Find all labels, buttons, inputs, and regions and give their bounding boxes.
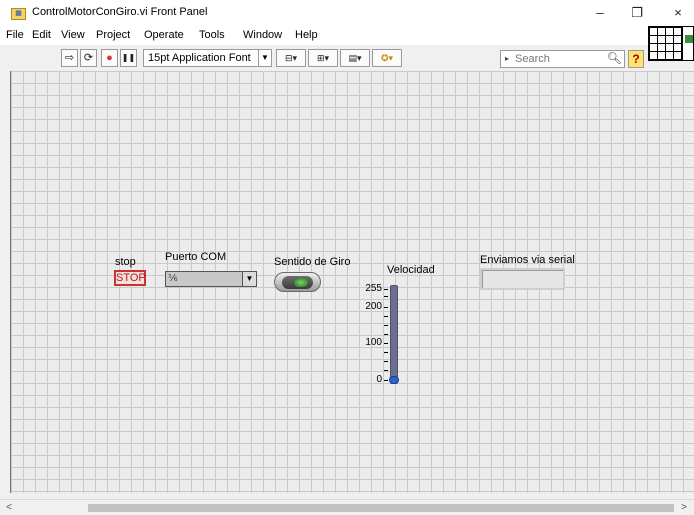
toolbar: ⇨ ⟳ ● ❚❚ 15pt Application Font ▼ ⊟▾ ⊞▾ ▤… (0, 46, 694, 70)
tick-mark (384, 289, 388, 290)
menu-tools[interactable]: Tools (199, 29, 225, 41)
menu-bar: File Edit View Project Operate Tools Win… (0, 27, 694, 45)
abort-button[interactable]: ● (101, 49, 118, 67)
tick-label: 255 (365, 283, 382, 294)
menu-window[interactable]: Window (243, 29, 282, 41)
tick-mark (384, 352, 388, 353)
resize-objects-button[interactable]: ▤▾ (340, 49, 370, 67)
tick-mark (384, 325, 388, 326)
labview-vi-icon: ▦ (11, 8, 26, 20)
tick-mark (384, 334, 388, 335)
align-objects-icon: ⊟▾ (284, 53, 298, 63)
tick-mark (384, 343, 388, 344)
distribute-objects-button[interactable]: ⊞▾ (308, 49, 338, 67)
run-button[interactable]: ⇨ (61, 49, 78, 67)
pause-button[interactable]: ❚❚ (120, 49, 137, 67)
tick-label: 200 (365, 301, 382, 312)
chevron-down-icon[interactable]: ▼ (242, 272, 256, 286)
sentido-de-giro-toggle[interactable] (274, 272, 321, 292)
velocidad-slider-thumb[interactable] (389, 376, 399, 384)
window-title: ControlMotorConGiro.vi Front Panel (32, 6, 208, 18)
menu-edit[interactable]: Edit (32, 29, 51, 41)
toggle-led-icon (294, 278, 308, 287)
text-settings-dropdown[interactable]: 15pt Application Font ▼ (143, 49, 272, 67)
close-button[interactable]: × (660, 0, 694, 27)
scrollbar-thumb[interactable] (88, 504, 674, 512)
stop-button[interactable]: STOP (114, 270, 146, 286)
pause-icon: ❚❚ (121, 53, 136, 62)
enviamos-via-serial-indicator (480, 268, 565, 290)
run-continuously-button[interactable]: ⟳ (80, 49, 97, 67)
search-icon[interactable]: 🔍︎ (607, 51, 622, 65)
font-label: 15pt Application Font (148, 52, 251, 64)
front-panel-window: ▦ ControlMotorConGiro.vi Front Panel – ❐… (0, 0, 694, 515)
stop-label: stop (115, 256, 136, 268)
distribute-objects-icon: ⊞▾ (316, 53, 330, 63)
minimize-button[interactable]: – (582, 0, 618, 27)
tick-label: 100 (365, 337, 382, 348)
vi-icon[interactable] (682, 26, 694, 61)
tick-mark (384, 296, 388, 297)
search-field[interactable]: ▸ 🔍︎ (500, 50, 625, 68)
tick-label: 0 (376, 374, 382, 385)
align-objects-button[interactable]: ⊟▾ (276, 49, 306, 67)
run-arrow-icon: ⇨ (64, 52, 75, 64)
chevron-down-icon: ▼ (258, 50, 271, 66)
connector-pane-icon[interactable] (648, 26, 682, 61)
horizontal-scrollbar[interactable]: < > (0, 499, 694, 515)
resize-objects-icon: ▤▾ (348, 53, 362, 63)
tick-mark (384, 370, 388, 371)
velocidad-slider-track[interactable] (390, 285, 398, 384)
reorder-icon: ✪▾ (380, 53, 394, 63)
puerto-com-visa-control[interactable]: ⅙ ▼ (165, 271, 257, 287)
tick-mark (384, 380, 388, 381)
menu-help[interactable]: Help (295, 29, 318, 41)
search-input[interactable] (515, 52, 605, 66)
velocidad-scale: 255 200 100 0 (362, 283, 388, 387)
reorder-button[interactable]: ✪▾ (372, 49, 402, 67)
visa-resource-icon: ⅙ (168, 273, 178, 284)
enviamos-via-serial-label: Enviamos via serial (480, 254, 575, 266)
sentido-de-giro-label: Sentido de Giro (274, 256, 351, 268)
tick-mark (384, 316, 388, 317)
menu-project[interactable]: Project (96, 29, 130, 41)
search-dropdown-icon: ▸ (505, 54, 510, 63)
tick-mark (384, 361, 388, 362)
scroll-right-icon[interactable]: > (677, 501, 691, 515)
context-help-button[interactable]: ? (628, 50, 644, 68)
puerto-com-label: Puerto COM (165, 251, 227, 263)
scroll-left-icon[interactable]: < (2, 501, 16, 515)
menu-operate[interactable]: Operate (144, 29, 184, 41)
title-bar: ▦ ControlMotorConGiro.vi Front Panel – ❐… (0, 0, 694, 27)
restore-button[interactable]: ❐ (619, 0, 655, 27)
run-continuously-icon: ⟳ (83, 52, 94, 64)
menu-view[interactable]: View (61, 29, 85, 41)
velocidad-label: Velocidad (387, 264, 435, 276)
menu-file[interactable]: File (6, 29, 24, 41)
tick-mark (384, 307, 388, 308)
abort-icon: ● (106, 52, 113, 64)
